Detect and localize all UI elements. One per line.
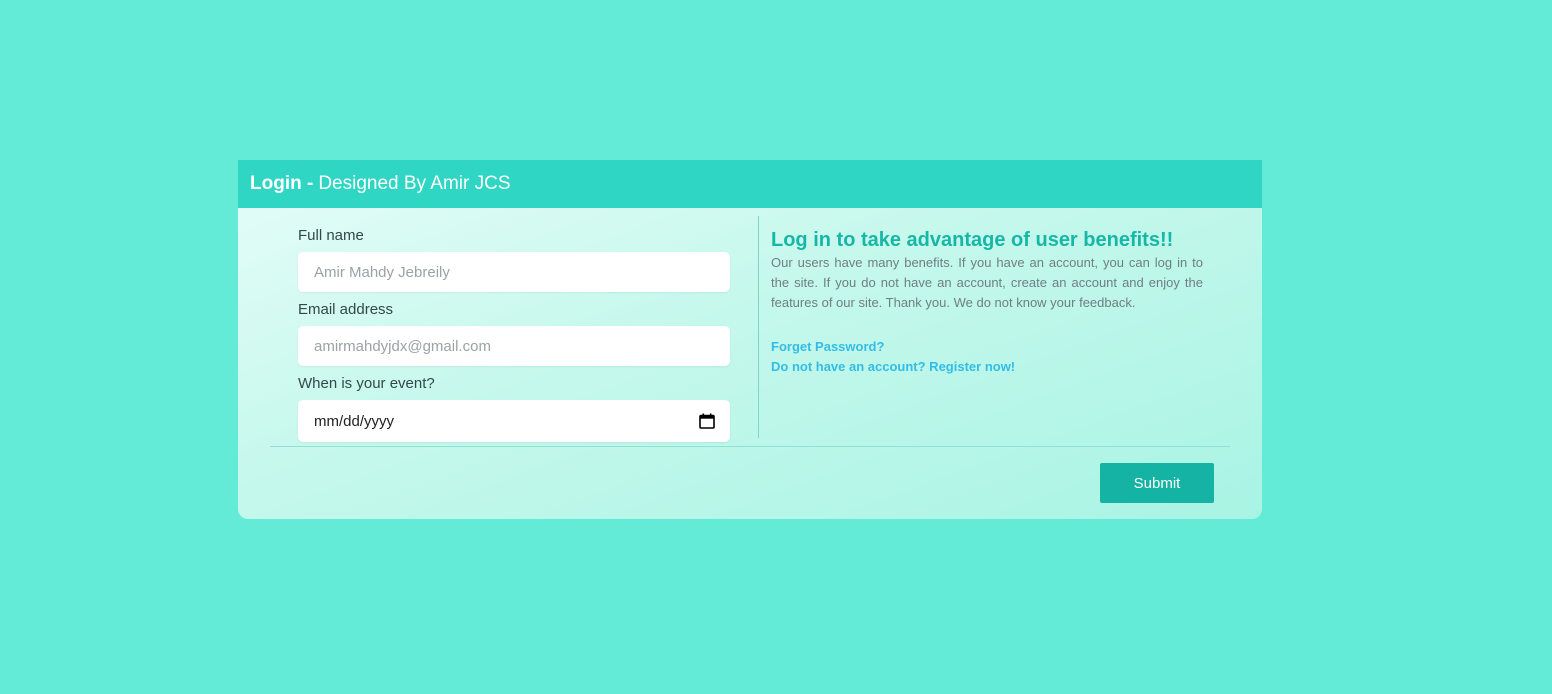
info-body: Our users have many benefits. If you hav… — [771, 255, 1203, 310]
column-divider — [758, 216, 759, 438]
info-heading: Log in to take advantage of user benefit… — [771, 229, 1174, 251]
footer-divider — [270, 446, 1230, 447]
event-date-label: When is your event? — [298, 375, 435, 392]
register-link[interactable]: Do not have an account? Register now! — [771, 357, 1203, 377]
calendar-icon[interactable] — [699, 413, 715, 429]
email-placeholder: amirmahdyjdx@gmail.com — [314, 337, 491, 355]
full-name-input[interactable]: Amir Mahdy Jebreily — [298, 252, 730, 292]
full-name-label: Full name — [298, 227, 364, 244]
login-card: Login - Designed By Amir JCS Full name A… — [238, 160, 1262, 519]
full-name-placeholder: Amir Mahdy Jebreily — [314, 263, 450, 281]
submit-button[interactable]: Submit — [1100, 463, 1214, 503]
email-input[interactable]: amirmahdyjdx@gmail.com — [298, 326, 730, 366]
event-date-input[interactable]: mm/dd/yyyy — [298, 400, 730, 442]
form-column: Full name Amir Mahdy Jebreily Email addr… — [298, 226, 730, 450]
header-title: Login - — [250, 173, 314, 194]
header-subtitle: Designed By Amir JCS — [318, 173, 511, 194]
event-date-placeholder: mm/dd/yyyy — [314, 412, 395, 430]
forget-password-link[interactable]: Forget Password? — [771, 337, 1203, 357]
info-column: Log in to take advantage of user benefit… — [771, 227, 1203, 377]
email-label: Email address — [298, 301, 394, 318]
card-header: Login - Designed By Amir JCS — [238, 160, 1262, 208]
info-links: Forget Password? Do not have an account?… — [771, 337, 1203, 377]
